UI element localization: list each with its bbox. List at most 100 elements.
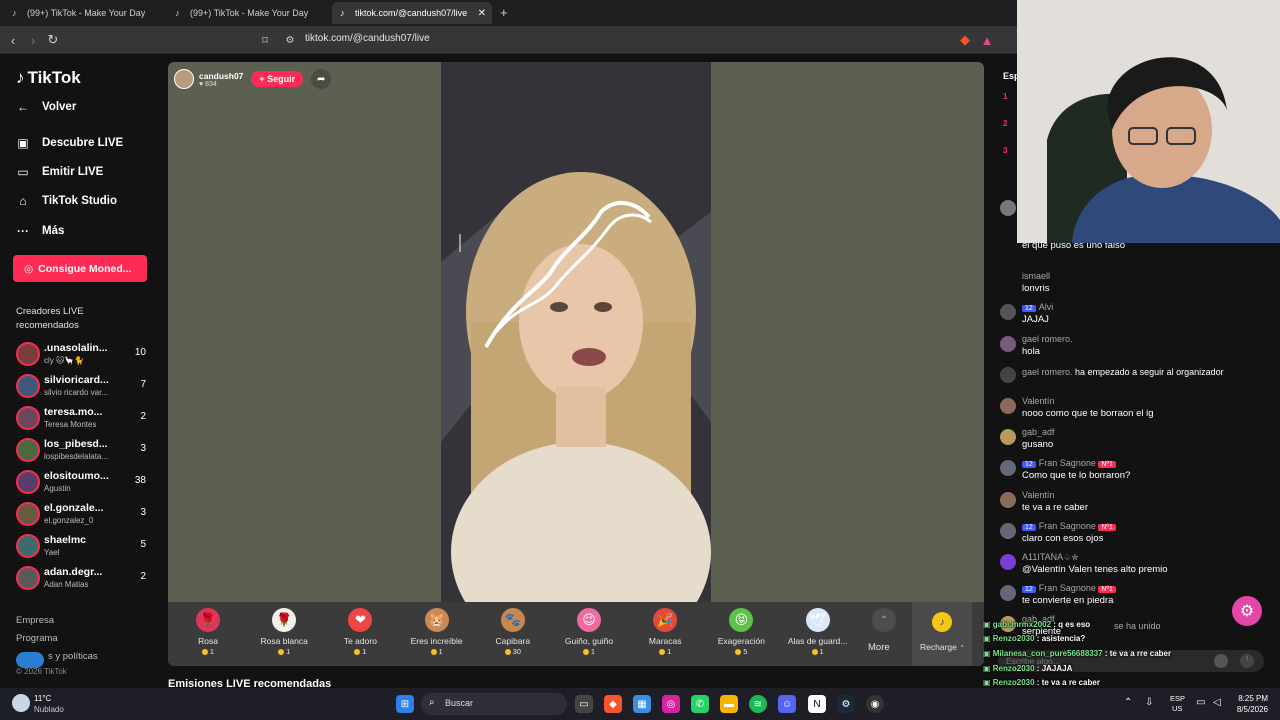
chat-username[interactable]: Fran Sagnone (1039, 458, 1096, 468)
gift-item[interactable]: 🌹 Rosa blanca 1 (246, 608, 322, 662)
chat-avatar[interactable] (1000, 398, 1016, 414)
site-info-icon[interactable]: ⚙ (281, 31, 299, 49)
live-video[interactable] (441, 62, 711, 602)
chat-username[interactable]: Fran Sagnone (1039, 521, 1096, 531)
creator-item[interactable]: los_pibesd... lospibesdelalata... 3 (16, 436, 150, 464)
creator-subtitle: Agustin (44, 484, 71, 493)
gift-item[interactable]: 🕊 Alas de guard... 1 (780, 608, 856, 662)
chat-username[interactable]: Alvi (1039, 302, 1054, 312)
chevron-up-icon[interactable]: ⌃ (1124, 697, 1132, 708)
footer-empresa[interactable]: Empresa (16, 615, 54, 626)
forward-icon[interactable]: › (24, 31, 42, 49)
translate-toggle-icon[interactable] (16, 652, 44, 668)
chat-avatar[interactable] (1000, 304, 1016, 321)
file-explorer-icon[interactable]: ▬ (720, 695, 738, 713)
instagram-icon[interactable]: ◎ (662, 695, 680, 713)
new-tab-icon[interactable]: + (500, 5, 508, 20)
obs-icon[interactable]: ◉ (866, 695, 884, 713)
discord-icon[interactable]: ☺ (778, 695, 796, 713)
chevron-up-icon[interactable]: ⌃ (872, 608, 896, 632)
chat-avatar[interactable] (1000, 585, 1016, 602)
close-tab-icon[interactable]: ✕ (478, 8, 486, 19)
creator-item[interactable]: elositoumo... Agustin 38 (16, 468, 150, 496)
gift-item[interactable]: ❤ Te adoro 1 (322, 608, 398, 662)
steam-icon[interactable]: ⚙ (837, 695, 855, 713)
footer-programa[interactable]: Programa (16, 633, 58, 644)
gift-item[interactable]: 🐹 Eres increíble 1 (399, 608, 475, 662)
back-icon[interactable]: ‹ (4, 31, 22, 49)
host-name[interactable]: candush07 (199, 71, 243, 81)
volume-icon[interactable]: ◁ (1213, 697, 1221, 708)
gift-item[interactable]: 🌹 Rosa 1 (170, 608, 246, 662)
browser-tab-1[interactable]: ♪ (99+) TikTok - Make Your Day (4, 2, 164, 24)
webcam-person-image (1017, 0, 1280, 243)
creator-item[interactable]: shaelmc Yael 5 (16, 532, 150, 560)
network-icon[interactable]: ▭ (1196, 697, 1205, 708)
chat-username[interactable]: Fran Sagnone (1039, 583, 1096, 593)
chat-username[interactable]: gab_adf (1022, 427, 1055, 437)
chat-username[interactable]: Valentín (1022, 396, 1054, 406)
chat-avatar[interactable] (1000, 273, 1016, 290)
notion-icon[interactable]: N (808, 695, 826, 713)
clock-date[interactable]: 8/5/2026 (1232, 705, 1268, 714)
bookmark-icon[interactable]: ⌑ (256, 31, 274, 49)
chat-avatar[interactable] (1000, 460, 1016, 477)
cloud-weather-icon[interactable] (12, 694, 30, 712)
creator-item[interactable]: adan.degr... Adan Matias 2 (16, 564, 150, 592)
chat-username[interactable]: gael romero. (1022, 334, 1073, 344)
task-view-icon[interactable]: ▭ (575, 695, 593, 713)
gift-item[interactable]: 🎉 Maracas 1 (627, 608, 703, 662)
recharge-button[interactable]: ♪ Recharge ⌃ (912, 602, 972, 666)
gift-item[interactable]: 😉 Guiño, guiño 1 (551, 608, 627, 662)
creator-item[interactable]: teresa.mo... Teresa Montes 2 (16, 404, 150, 432)
emoji-icon[interactable] (1214, 654, 1228, 668)
settings-gear-icon[interactable]: ⚙ (1232, 596, 1262, 626)
microsoft-store-icon[interactable]: ▦ (633, 695, 651, 713)
share-icon[interactable]: ➦ (311, 69, 332, 89)
nav-tiktok-studio[interactable]: ⌂ TikTok Studio (16, 194, 117, 208)
get-coins-button[interactable]: ◎ Consigue Moned... (13, 255, 147, 282)
windows-start-icon[interactable]: ⊞ (396, 695, 414, 713)
footer-policies[interactable]: s y políticas (48, 651, 98, 662)
nav-go-live[interactable]: ▭ Emitir LIVE (16, 165, 103, 179)
gift-label: Te adoro (343, 636, 377, 646)
gift-item[interactable]: 😝 Exageración 5 (703, 608, 779, 662)
chat-username[interactable]: ismaell (1022, 271, 1050, 281)
chat-avatar[interactable] (1000, 554, 1016, 570)
nav-discover-live[interactable]: ▣ Descubre LIVE (16, 136, 123, 150)
reload-icon[interactable]: ↻ (44, 31, 62, 49)
follow-button[interactable]: + Seguir (251, 71, 304, 87)
chat-avatar[interactable] (1000, 429, 1016, 446)
chat-avatar[interactable] (1000, 522, 1016, 539)
chat-avatar[interactable] (1000, 335, 1016, 352)
url-field[interactable]: tiktok.com/@candush07/live (305, 33, 430, 44)
chat-username[interactable]: Valentín (1022, 490, 1054, 500)
creator-item[interactable]: .unasolalin... cly 🐱🦙🐈 10 (16, 340, 150, 368)
clock-time[interactable]: 8:25 PM (1232, 694, 1268, 703)
creator-item[interactable]: silvioricard... silvio ricardo var... 7 (16, 372, 150, 400)
browser-tab-2[interactable]: ♪ (99+) TikTok - Make Your Day (167, 2, 327, 24)
gift-item[interactable]: 🐾 Capibara 30 (475, 608, 551, 662)
nav-more[interactable]: ··· Más (16, 224, 64, 238)
creator-item[interactable]: el.gonzale... el.gonzalez_0 3 (16, 500, 150, 528)
tiktok-logo[interactable]: ♪ TikTok (16, 68, 81, 88)
host-avatar[interactable] (174, 69, 194, 89)
more-gifts-button[interactable]: More (868, 642, 890, 653)
back-link[interactable]: ← Volver (16, 100, 76, 114)
usb-icon[interactable]: ⇩ (1145, 697, 1153, 708)
chat-username[interactable]: gael romero. (1022, 367, 1073, 377)
language-bottom[interactable]: US (1172, 704, 1182, 713)
whatsapp-icon[interactable]: ✆ (691, 695, 709, 713)
brave-browser-icon[interactable]: ◆ (604, 695, 622, 713)
chat-avatar[interactable] (1000, 200, 1016, 216)
browser-tab-3[interactable]: ♪ tiktok.com/@candush07/live ✕ (332, 2, 492, 24)
spotify-icon[interactable]: ≋ (749, 695, 767, 713)
taskbar-search[interactable]: ⌕ Buscar (421, 693, 567, 715)
chat-avatar[interactable] (1000, 491, 1016, 508)
send-icon[interactable]: ↑ (1240, 654, 1254, 668)
chat-username[interactable]: A11ITANA♤✮ (1022, 552, 1079, 562)
language-top[interactable]: ESP (1170, 694, 1185, 703)
chat-avatar[interactable] (1000, 366, 1016, 383)
brave-rewards-icon[interactable]: ▲ (978, 31, 996, 49)
brave-shield-icon[interactable]: ◆ (956, 31, 974, 49)
